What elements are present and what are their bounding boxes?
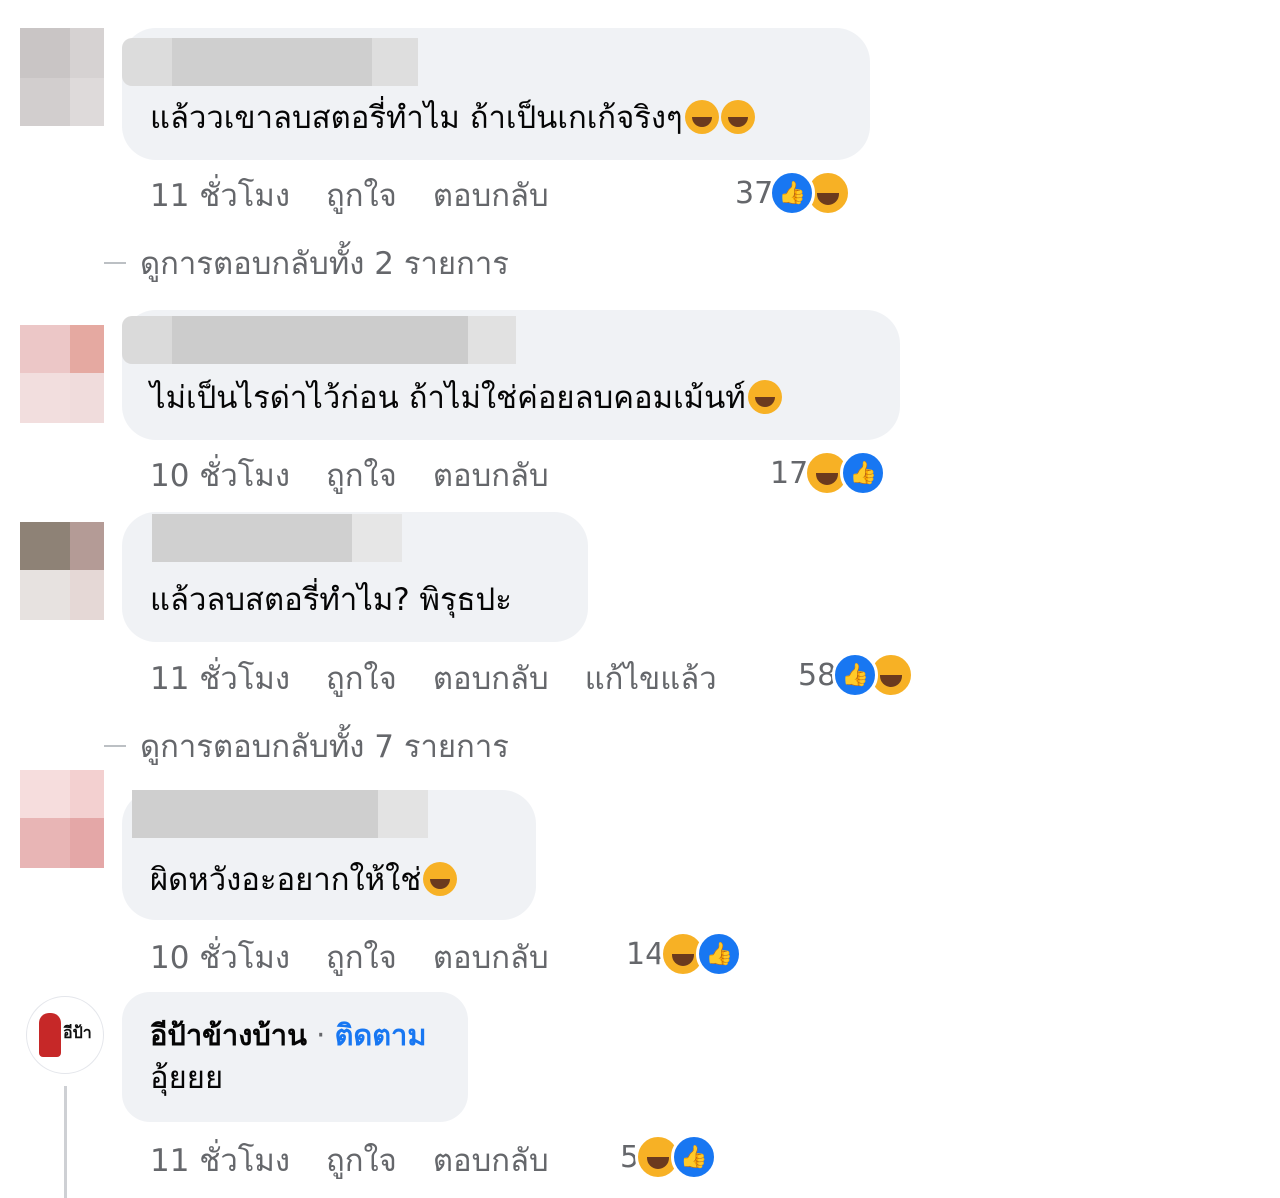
timestamp[interactable]: 11 ชั่วโมง — [150, 178, 290, 214]
author-name-redacted[interactable] — [152, 514, 352, 562]
grinning-squint-face-icon — [720, 99, 755, 134]
avatar[interactable] — [20, 325, 104, 423]
view-replies-label: ดูการตอบกลับทั้ง 7 รายการ — [140, 729, 509, 765]
reply-button[interactable]: ตอบกลับ — [433, 661, 549, 697]
edited-label: แก้ไขแล้ว — [584, 661, 717, 697]
comment-text: ไม่เป็นไรด่าไว้ก่อน ถ้าไม่ใช่ค่อยลบคอมเม… — [150, 380, 746, 416]
like-button[interactable]: ถูกใจ — [326, 458, 397, 494]
like-button[interactable]: ถูกใจ — [326, 1143, 397, 1179]
like-reaction-icon: 👍 — [769, 170, 816, 216]
author-name-redacted[interactable] — [122, 38, 172, 86]
flushed-face-icon — [423, 861, 458, 896]
comment-bubble: แล้วลบสตอรี่ทำไม? พิรุธปะ — [122, 512, 588, 642]
comment-bubble: แล้ววเขาลบสตอรี่ทำไม ถ้าเป็นเกเก้จริงๆ — [122, 28, 870, 160]
reply-button[interactable]: ตอบกลับ — [433, 178, 549, 214]
reply-thread-line — [64, 1086, 67, 1198]
reply-button[interactable]: ตอบกลับ — [433, 1143, 549, 1179]
reaction-summary[interactable]: 5 👍 — [620, 1134, 718, 1180]
page-logo-text: อีป้า — [63, 1023, 92, 1042]
comment-bubble: ไม่เป็นไรด่าไว้ก่อน ถ้าไม่ใช่ค่อยลบคอมเม… — [122, 310, 900, 440]
view-replies-link[interactable]: ดูการตอบกลับทั้ง 7 รายการ — [104, 721, 509, 771]
avatar[interactable] — [20, 770, 104, 868]
separator-dot: · — [316, 1018, 335, 1052]
reaction-count: 14 — [626, 936, 665, 972]
reaction-summary[interactable]: 58 👍 — [798, 652, 915, 698]
timestamp[interactable]: 10 ชั่วโมง — [150, 940, 290, 976]
comment-text: แล้ววเขาลบสตอรี่ทำไม ถ้าเป็นเกเก้จริงๆ — [150, 100, 683, 136]
timestamp[interactable]: 10 ชั่วโมง — [150, 458, 290, 494]
view-replies-label: ดูการตอบกลับทั้ง 2 รายการ — [140, 246, 509, 282]
author-name[interactable]: อีป้าข้างบ้าน — [150, 1018, 307, 1052]
comment-text: แล้วลบสตอรี่ทำไม? พิรุธปะ — [150, 582, 512, 618]
reply-connector — [104, 745, 126, 747]
comment-bubble: ผิดหวังอะอยากให้ใช่ — [122, 790, 536, 920]
follow-button[interactable]: ติดตาม — [335, 1018, 427, 1052]
like-button[interactable]: ถูกใจ — [326, 661, 397, 697]
comment-actions: 10 ชั่วโมง ถูกใจ ตอบกลับ — [150, 932, 585, 982]
timestamp[interactable]: 11 ชั่วโมง — [150, 661, 290, 697]
reaction-count: 37 — [735, 175, 774, 211]
comment-actions: 10 ชั่วโมง ถูกใจ ตอบกลับ — [150, 450, 585, 500]
avatar[interactable] — [20, 28, 104, 126]
reaction-summary[interactable]: 14 👍 — [626, 931, 743, 977]
tears-of-joy-face-icon — [747, 379, 782, 414]
comment-bubble: อีป้าข้างบ้าน · ติดตาม อุ้ยยย — [122, 992, 468, 1122]
comment-text: อุ้ยยย — [150, 1060, 224, 1096]
page-logo-icon — [39, 1013, 61, 1057]
reaction-summary[interactable]: 37 👍 — [735, 170, 852, 216]
author-name-redacted[interactable] — [122, 316, 172, 364]
comment-actions: 11 ชั่วโมง ถูกใจ ตอบกลับ — [150, 1135, 585, 1185]
grinning-squint-face-icon — [684, 99, 719, 134]
reply-button[interactable]: ตอบกลับ — [433, 940, 549, 976]
like-reaction-icon: 👍 — [832, 652, 879, 698]
reaction-summary[interactable]: 17 👍 — [770, 450, 887, 496]
like-button[interactable]: ถูกใจ — [326, 940, 397, 976]
view-replies-link[interactable]: ดูการตอบกลับทั้ง 2 รายการ — [104, 238, 509, 288]
page-avatar[interactable]: อีป้า — [26, 996, 104, 1074]
like-button[interactable]: ถูกใจ — [326, 178, 397, 214]
avatar[interactable] — [20, 522, 104, 620]
like-reaction-icon: 👍 — [671, 1134, 718, 1180]
like-reaction-icon: 👍 — [696, 931, 743, 977]
author-name-redacted[interactable] — [132, 790, 378, 838]
reply-button[interactable]: ตอบกลับ — [433, 458, 549, 494]
reaction-count: 17 — [770, 455, 809, 491]
like-reaction-icon: 👍 — [840, 450, 887, 496]
comment-text: ผิดหวังอะอยากให้ใช่ — [150, 862, 422, 898]
timestamp[interactable]: 11 ชั่วโมง — [150, 1143, 290, 1179]
reply-connector — [104, 262, 126, 264]
reaction-count: 58 — [798, 657, 837, 693]
comment-actions: 11 ชั่วโมง ถูกใจ ตอบกลับ แก้ไขแล้ว — [150, 653, 753, 703]
comment-actions: 11 ชั่วโมง ถูกใจ ตอบกลับ — [150, 170, 585, 220]
